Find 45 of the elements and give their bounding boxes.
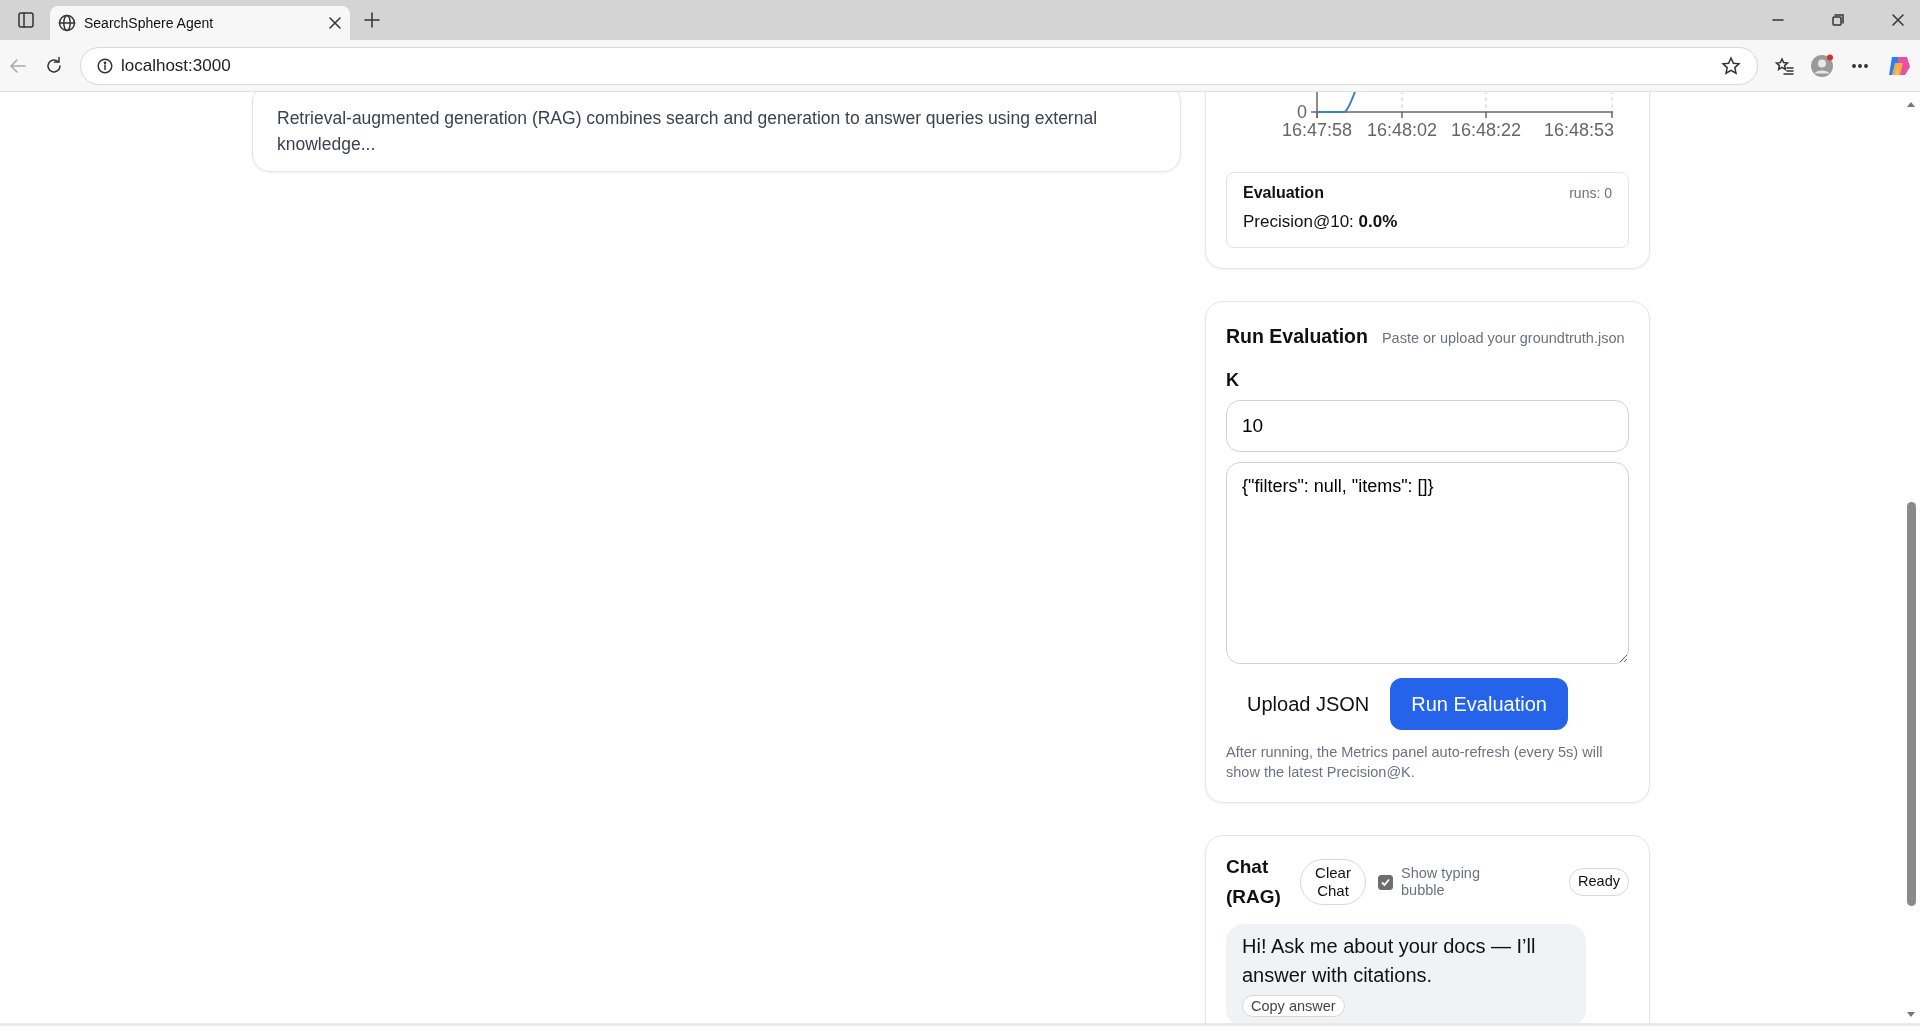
browser-tab[interactable]: SearchSphere Agent xyxy=(50,6,350,40)
scrollbar-thumb[interactable] xyxy=(1906,502,1916,906)
precision-metric: Precision@10: 0.0% xyxy=(1243,211,1399,233)
sidebar-icon[interactable] xyxy=(17,11,35,29)
profile-avatar-icon[interactable] xyxy=(1810,53,1834,78)
help-text: After running, the Metrics panel auto-refresh (every 5s) will show the latest Precision@K. xyxy=(1226,743,1604,783)
typing-bubble-checkbox[interactable] xyxy=(1378,874,1393,890)
card-subtitle: Paste or upload your groundtruth.json xyxy=(1381,329,1625,348)
status-badge: Ready xyxy=(1569,868,1629,897)
tab-title: SearchSphere Agent xyxy=(84,13,215,33)
scroll-down-icon[interactable] xyxy=(1906,1011,1916,1019)
message-text: Hi! Ask me about your docs — I’ll answer with citations. xyxy=(1242,934,1537,989)
evaluation-title: Evaluation xyxy=(1243,183,1324,203)
y-tick-label: 0 xyxy=(1297,102,1307,122)
x-tick-label: 16:48:22 xyxy=(1450,120,1522,140)
copy-answer-button[interactable]: Copy answer xyxy=(1242,995,1345,1018)
result-snippet: Retrieval-augmented generation (RAG) combines search and generation to answer queries using external knowledge... xyxy=(277,107,1099,156)
x-tick-label: 16:48:02 xyxy=(1366,120,1438,140)
upload-json-button[interactable]: Upload JSON xyxy=(1226,678,1391,731)
info-icon[interactable] xyxy=(97,57,113,74)
json-textarea[interactable]: {"filters": null, "items": []} xyxy=(1226,462,1629,665)
k-input-field[interactable]: 10 xyxy=(1226,400,1629,453)
url-text: localhost:3000 xyxy=(121,54,232,77)
k-label: K xyxy=(1226,369,1240,393)
check-icon xyxy=(1380,876,1391,888)
typing-bubble-label: Show typing bubble xyxy=(1401,865,1481,900)
close-icon[interactable] xyxy=(1892,14,1904,26)
globe-icon xyxy=(58,14,76,32)
star-icon[interactable] xyxy=(1721,55,1741,76)
clear-chat-button[interactable]: Clear Chat xyxy=(1300,859,1366,906)
y-axis xyxy=(1316,92,1318,119)
reload-icon[interactable] xyxy=(44,55,64,76)
address-bar[interactable]: localhost:3000 xyxy=(80,46,1758,85)
card-title: Run Evaluation xyxy=(1226,324,1368,349)
x-tick-label: 16:48:53 xyxy=(1543,120,1614,140)
scroll-up-icon[interactable] xyxy=(1906,100,1916,108)
chart-line xyxy=(1316,92,1359,113)
close-icon[interactable] xyxy=(328,16,342,30)
x-tick-label: 16:47:58 xyxy=(1281,120,1353,140)
runs-count: runs: 0 xyxy=(1569,183,1612,203)
run-evaluation-button[interactable]: Run Evaluation xyxy=(1390,678,1568,731)
chat-title: Chat (RAG) xyxy=(1226,855,1282,910)
restore-icon[interactable] xyxy=(1832,14,1844,26)
plus-icon[interactable] xyxy=(364,12,380,28)
favorites-icon[interactable] xyxy=(1774,55,1794,76)
